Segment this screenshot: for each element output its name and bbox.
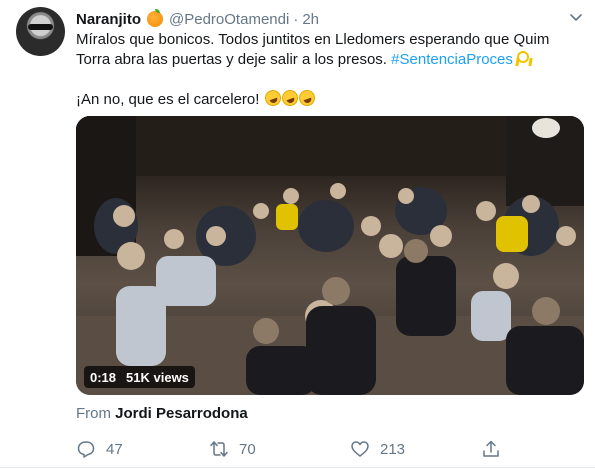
yellow-ribbon-icon [515, 51, 529, 66]
video-views: 51K views [126, 369, 189, 385]
rofl-emoji-icon [296, 87, 317, 109]
reply-button[interactable]: 47 [76, 439, 123, 459]
from-label: From [76, 405, 116, 422]
like-count: 213 [380, 440, 406, 458]
retweet-button[interactable]: 70 [209, 439, 256, 459]
video-info-badge: 0:18 51K views [84, 366, 195, 388]
avatar[interactable] [16, 7, 65, 56]
video-attribution: From Jordi Pesarrodona [76, 405, 248, 422]
share-icon [483, 440, 499, 457]
reply-icon [77, 441, 95, 458]
retweet-count: 70 [239, 440, 256, 458]
action-bar: 47 70 213 [76, 439, 506, 461]
share-button[interactable] [481, 439, 501, 459]
chevron-down-icon[interactable] [568, 9, 584, 25]
orange-emoji-icon [147, 9, 164, 27]
tweet-text-line-3: ¡An no, que es el carcelero! [76, 87, 576, 110]
heart-icon [351, 441, 369, 457]
from-author-link[interactable]: Jordi Pesarrodona [115, 405, 248, 422]
tweet-text-line-3-body: ¡An no, que es el carcelero! [76, 91, 264, 108]
tweet-text-line-1: Míralos que bonicos. Todos juntitos en L… [76, 31, 550, 48]
retweet-icon [210, 441, 228, 457]
video-player[interactable] [76, 116, 584, 395]
like-button[interactable]: 213 [350, 439, 405, 459]
rofl-emoji-icon [262, 87, 283, 109]
video-duration: 0:18 [90, 369, 117, 385]
tweet-text: Míralos que bonicos. Todos juntitos en L… [76, 30, 576, 110]
tweet-text-line-2-body: Torra abra las puertas y deje salir a lo… [76, 51, 392, 68]
separator-dot: · [293, 10, 299, 28]
tweet-card[interactable]: Naranjito @PedroOtamendi · 2h Míralos qu… [0, 0, 595, 468]
tweet-text-line-2: Torra abra las puertas y deje salir a lo… [76, 50, 576, 70]
author-name[interactable]: Naranjito [76, 11, 141, 28]
rofl-emoji-icon [279, 87, 300, 109]
timestamp[interactable]: 2h [302, 11, 319, 28]
reply-count: 47 [106, 440, 123, 458]
tweet-header: Naranjito @PedroOtamendi · 2h [76, 9, 319, 29]
author-handle[interactable]: @PedroOtamendi [169, 11, 289, 28]
video-thumbnail [76, 116, 584, 395]
hashtag-link[interactable]: #SentenciaProces [391, 51, 513, 68]
